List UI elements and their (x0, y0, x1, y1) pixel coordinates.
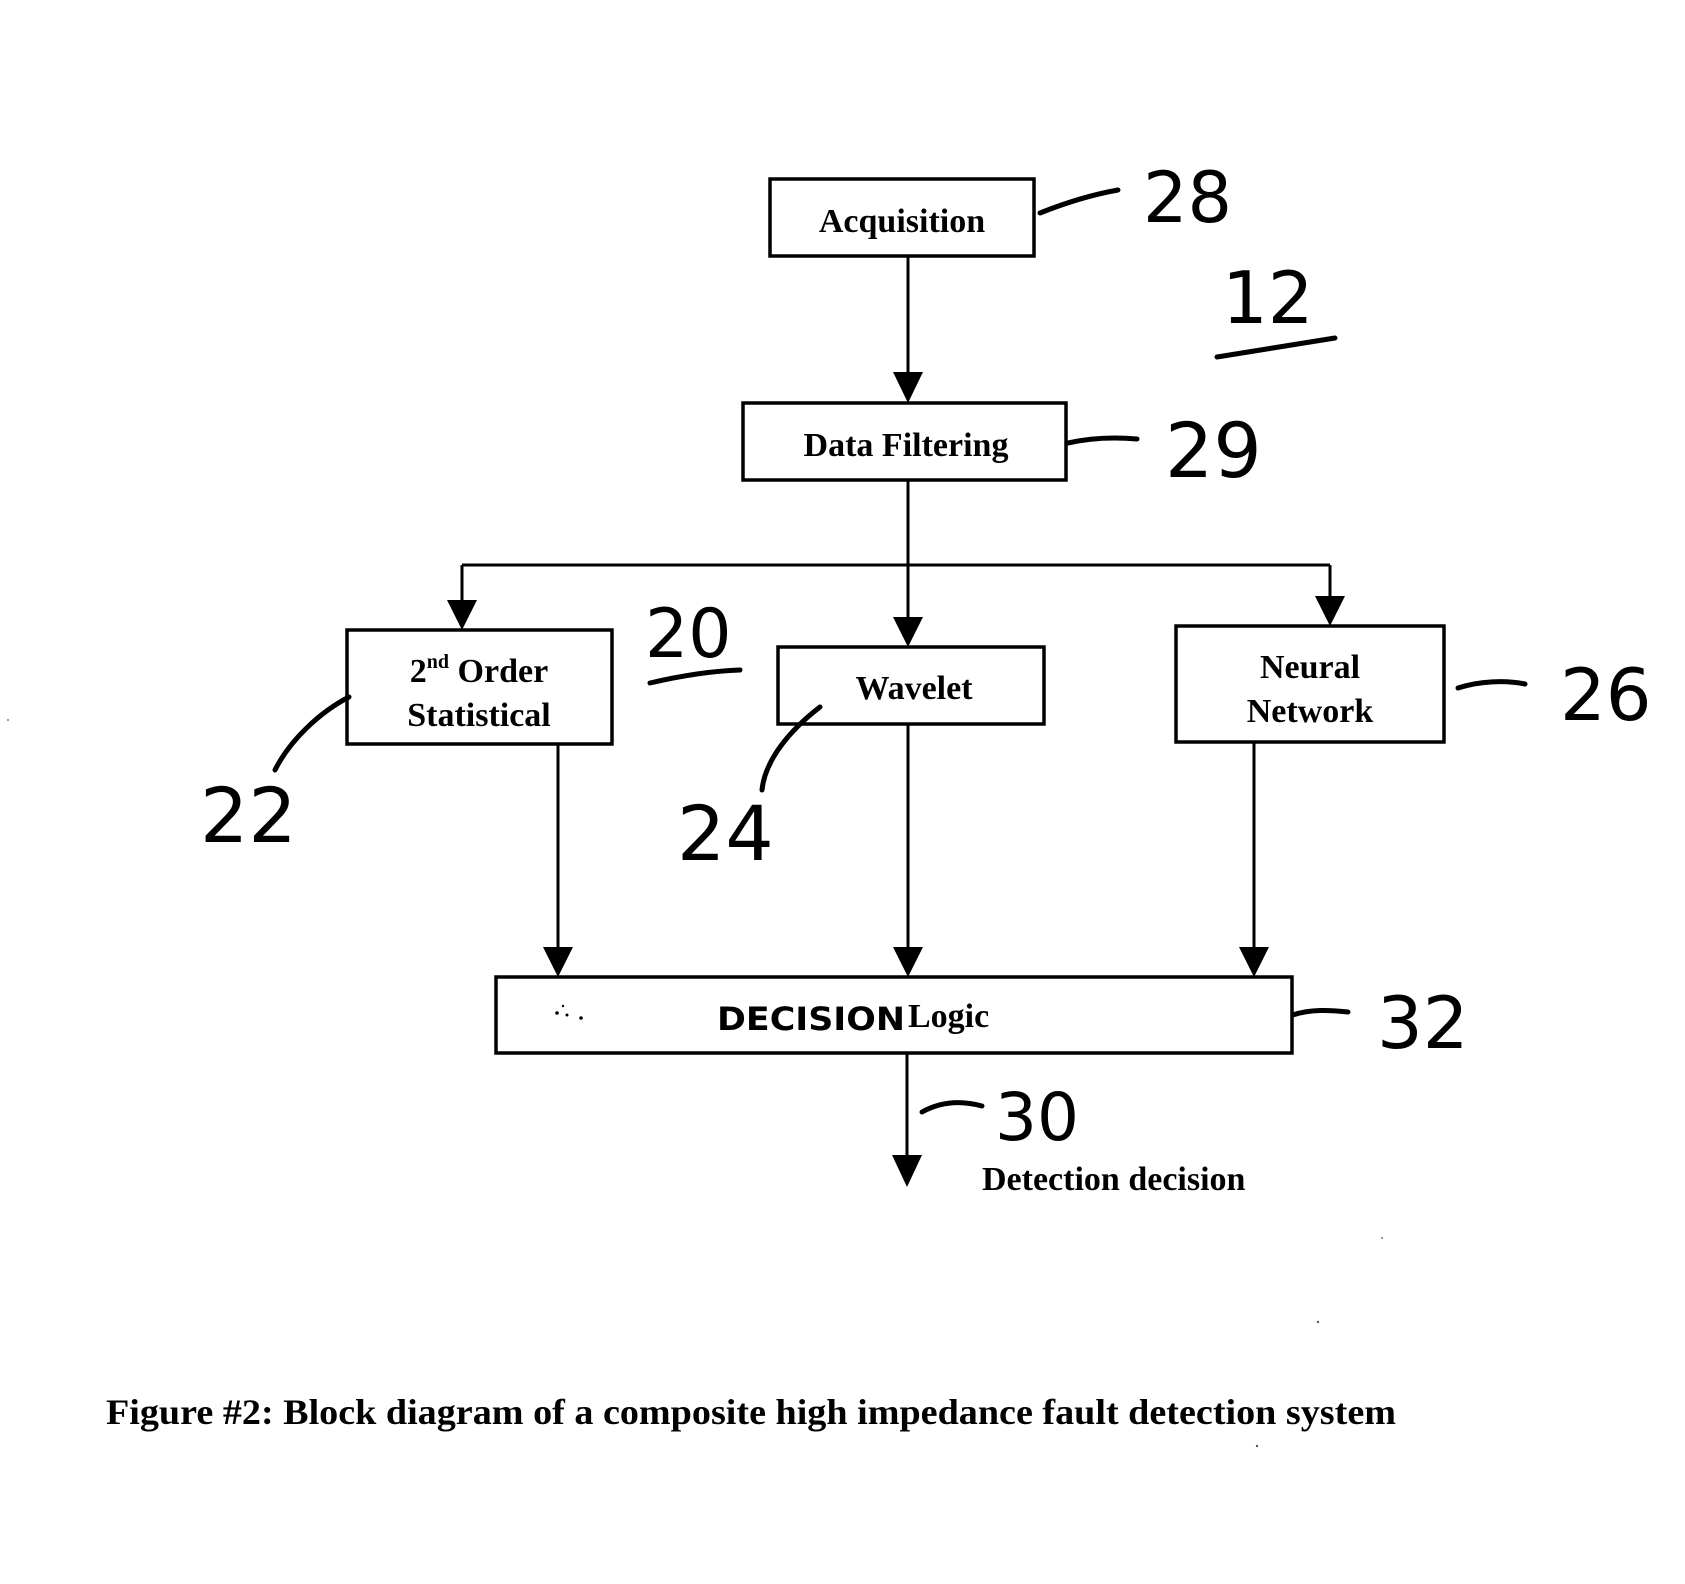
speck (561, 1004, 565, 1008)
figure-caption: Figure #2: Block diagram of a composite … (106, 1392, 1396, 1432)
leader-line-32 (1290, 1007, 1351, 1018)
block-diagram: Acquisition Data Filtering 2nd Order Sta… (7, 157, 1652, 1448)
scan-speck (1255, 1444, 1259, 1448)
block-second-order-statistical: 2nd Order Statistical (345, 628, 614, 746)
ref-22: 22 (200, 771, 297, 860)
second-order-superscript: nd (427, 651, 449, 673)
scan-speck (1316, 1320, 1320, 1324)
block-data-filtering-label: Data Filtering (804, 427, 1009, 464)
ref-26: 26 (1560, 653, 1652, 737)
ref-30: 30 (995, 1079, 1079, 1156)
block-wavelet-label: Wavelet (855, 670, 973, 707)
block-decision-logic: DECISION Logic (494, 975, 1294, 1055)
scan-speck (7, 719, 9, 721)
leader-line-29 (1065, 435, 1140, 446)
block-second-order-label-line2: Statistical (407, 697, 551, 734)
leader-line-26 (1455, 679, 1528, 691)
leader-line-22 (272, 694, 352, 773)
speck (555, 1011, 559, 1015)
ref-20-group: 20 (645, 595, 732, 674)
ref-32: 32 (1377, 981, 1469, 1065)
leader-line-28 (1037, 187, 1121, 216)
block-neural-network-label-line2: Network (1247, 693, 1374, 730)
underline-12 (1214, 335, 1338, 360)
arrowhead-neural (1315, 596, 1345, 626)
speck (579, 1016, 583, 1020)
block-decision-printed-label: Logic (908, 998, 989, 1035)
output-label: Detection decision (982, 1161, 1246, 1198)
block-acquisition: Acquisition (768, 177, 1036, 258)
arrowhead-wavelet (893, 617, 923, 647)
block-wavelet: Wavelet (776, 645, 1046, 726)
block-data-filtering: Data Filtering (741, 401, 1068, 482)
ref-24: 24 (677, 789, 774, 878)
ref-29: 29 (1165, 406, 1262, 495)
arrowhead-decision-left (543, 947, 573, 977)
arrowhead-filtering (893, 372, 923, 403)
second-order-ordinal: 2 (410, 653, 427, 690)
block-neural-network: Neural Network (1174, 624, 1446, 744)
arrowhead-decision-right (1239, 947, 1269, 977)
second-order-order-word: Order (449, 653, 548, 690)
ref-28: 28 (1143, 157, 1232, 239)
arrowhead-output (892, 1155, 922, 1187)
leader-line-30 (919, 1100, 985, 1115)
block-neural-network-label-line1: Neural (1260, 649, 1360, 686)
ref-12-system: 12 (1222, 256, 1314, 340)
speck (565, 1013, 569, 1017)
arrowhead-decision-center (893, 947, 923, 977)
block-acquisition-label: Acquisition (819, 203, 985, 240)
block-decision-handwritten-label: DECISION (717, 1000, 905, 1038)
arrowhead-second-order (447, 600, 477, 630)
scan-speck (1381, 1237, 1383, 1239)
